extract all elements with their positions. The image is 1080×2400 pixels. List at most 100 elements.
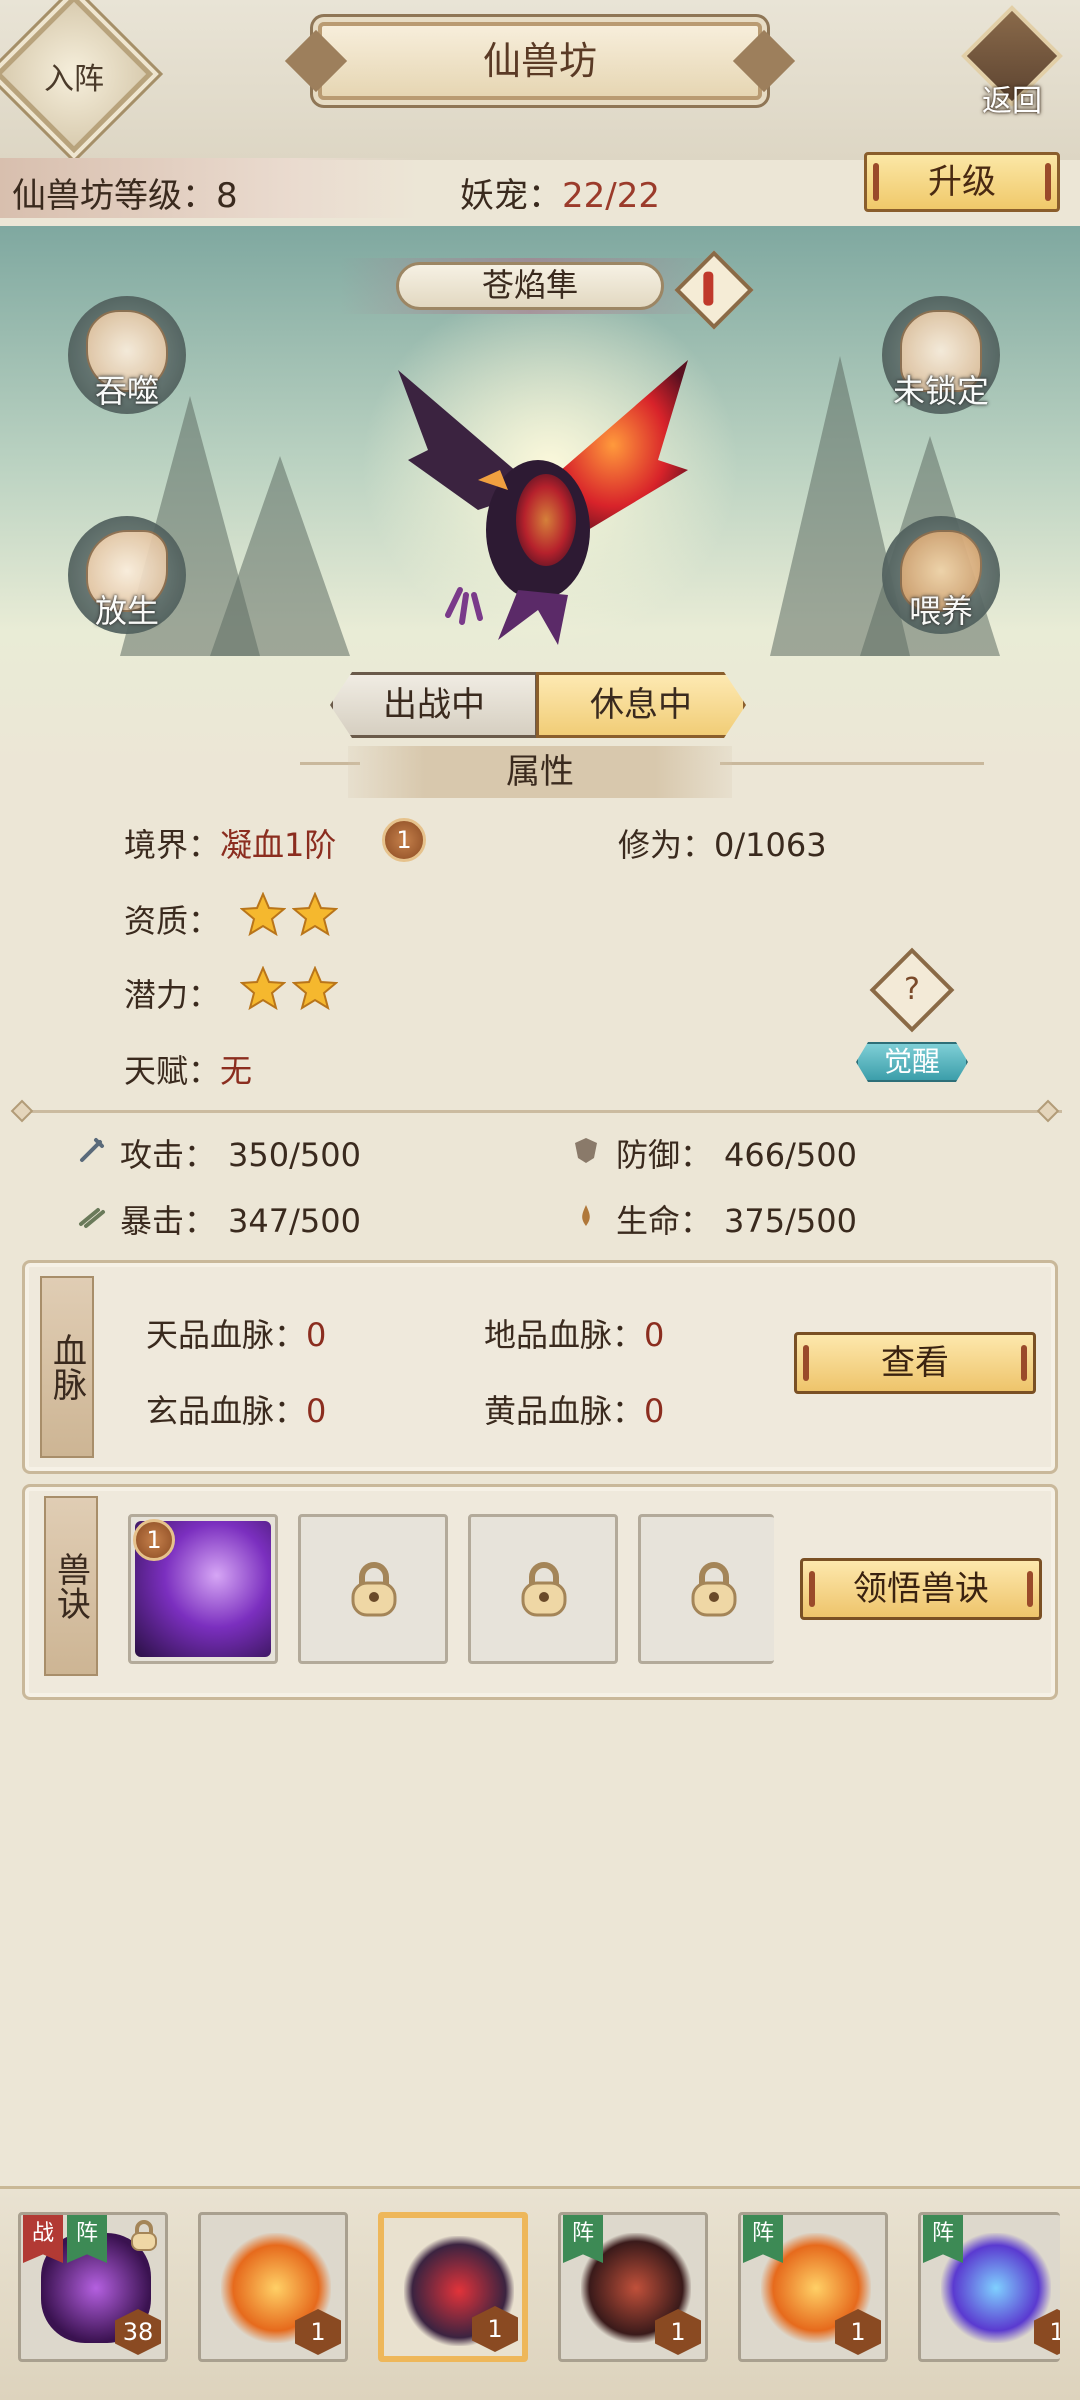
mystic-bloodline: 玄品血脉：0 [146,1386,326,1432]
earth-bloodline: 地品血脉：0 [484,1310,664,1356]
battle-status-toggle: 出战中 休息中 [330,672,746,738]
talent-value: 无 [220,1052,253,1090]
heaven-bloodline: 天品血脉：0 [146,1310,326,1356]
yellow-bloodline-label: 黄品血脉： [484,1392,645,1430]
hp-row: 生命： 375/500 [616,1196,857,1242]
formation-button[interactable]: 入阵 [0,0,154,154]
skill-slot-4[interactable] [638,1514,774,1664]
roster-pet-4[interactable]: 阵 1 [558,2212,708,2362]
skill-slot-2[interactable] [298,1514,448,1664]
crit-icon [79,1208,105,1228]
mountain-decoration [210,456,350,656]
crit-label: 暴击： [120,1202,217,1240]
roster-pet-5[interactable]: 阵 1 [738,2212,888,2362]
skill-slot-3[interactable] [468,1514,618,1664]
brush-icon [703,271,714,306]
yellow-bloodline: 黄品血脉：0 [484,1386,664,1432]
awaken-button[interactable]: 觉醒 [856,1042,968,1082]
divider-gem [10,1099,34,1123]
roster-pet-2[interactable]: 1 [198,2212,348,2362]
section-line [720,762,984,765]
comprehend-skill-button[interactable]: 领悟兽诀 [800,1558,1042,1620]
pet-name: 苍焰隼 [396,262,664,310]
cultivation-value: 0/1063 [714,826,827,864]
realm-label: 境界： [124,826,221,864]
lock-label: 未锁定 [892,372,989,410]
view-bloodline-button[interactable]: 查看 [794,1332,1036,1394]
pet-count-label: 妖宠： [460,176,562,216]
tab-battle[interactable]: 出战中 [330,672,538,738]
hp-label: 生命： [616,1202,713,1240]
attack-value: 350/500 [228,1136,361,1174]
back-label: 返回 [982,84,1042,119]
realm-row: 境界：凝血1阶 [124,820,336,866]
page-title: 仙兽坊 [482,39,597,83]
earth-bloodline-value: 0 [644,1316,665,1354]
heaven-bloodline-label: 天品血脉： [146,1316,307,1354]
feed-label: 喂养 [908,592,973,630]
potential-label: 潜力： [124,976,221,1014]
back-button[interactable]: 返回 [961,5,1063,119]
question-icon: ? [904,972,920,1007]
talent-row: 天赋：无 [124,1046,252,1092]
defense-value: 466/500 [724,1136,857,1174]
tab-resting[interactable]: 休息中 [536,672,746,738]
star-icon [240,892,286,937]
formation-label: 入阵 [44,62,104,97]
aptitude-label: 资质： [124,902,221,940]
page-title-plate: 仙兽坊 [284,22,796,100]
mystic-bloodline-value: 0 [306,1392,327,1430]
skill-tag: 兽诀 [44,1496,98,1676]
crit-row: 暴击： 347/500 [120,1196,361,1242]
devour-button[interactable]: 吞噬 [68,296,186,414]
hp-icon [582,1205,590,1226]
star-icon [292,966,338,1011]
mystic-bloodline-label: 玄品血脉： [146,1392,307,1430]
roster-pet-6[interactable]: 阵 1 [918,2212,1060,2362]
attack-label: 攻击： [120,1136,217,1174]
realm-level-badge: 1 [382,818,426,862]
skill-level-badge: 1 [133,1519,175,1561]
attributes-title: 属性 [348,746,732,798]
release-label: 放生 [94,592,159,630]
workshop-level-label: 仙兽坊等级： [12,176,216,216]
talent-label: 天赋： [124,1052,221,1090]
attributes-divider [18,1110,1062,1113]
earth-bloodline-label: 地品血脉： [484,1316,645,1354]
help-button[interactable]: ? [869,947,955,1033]
bird-talons [445,587,483,625]
sword-icon [80,1138,104,1162]
crit-value: 347/500 [228,1202,361,1240]
divider-gem [1036,1099,1060,1123]
lock-icon [131,2220,157,2251]
lock-toggle-button[interactable]: 未锁定 [882,296,1000,414]
pet-count-value: 22/22 [562,176,660,216]
yellow-bloodline-value: 0 [644,1392,665,1430]
pet-portrait [398,360,688,645]
aptitude-stars [240,892,350,942]
roster-pet-1[interactable]: 战 阵 38 [18,2212,168,2362]
padlock-icon [351,1562,397,1617]
padlock-icon [691,1562,737,1617]
padlock-icon [521,1562,567,1617]
shield-icon [575,1138,597,1163]
cultivation-label: 修为： [618,826,715,864]
defense-label: 防御： [616,1136,713,1174]
roster-pet-3-selected[interactable]: 1 [378,2212,528,2362]
realm-value: 凝血1阶 [220,826,337,864]
feed-button[interactable]: 喂养 [882,516,1000,634]
upgrade-button[interactable]: 升级 [864,152,1060,212]
star-icon [292,892,338,937]
bird-tail [498,590,568,645]
star-icon [240,966,286,1011]
bloodline-tag: 血脉 [40,1276,94,1458]
release-button[interactable]: 放生 [68,516,186,634]
devour-label: 吞噬 [94,372,159,410]
hp-value: 375/500 [724,1202,857,1240]
potential-stars [240,966,350,1016]
battle-flag: 战 [23,2215,63,2263]
bird-chest [516,474,576,566]
attack-row: 攻击： 350/500 [120,1130,361,1176]
defense-row: 防御： 466/500 [616,1130,857,1176]
skill-slot-1[interactable]: 1 [128,1514,278,1664]
